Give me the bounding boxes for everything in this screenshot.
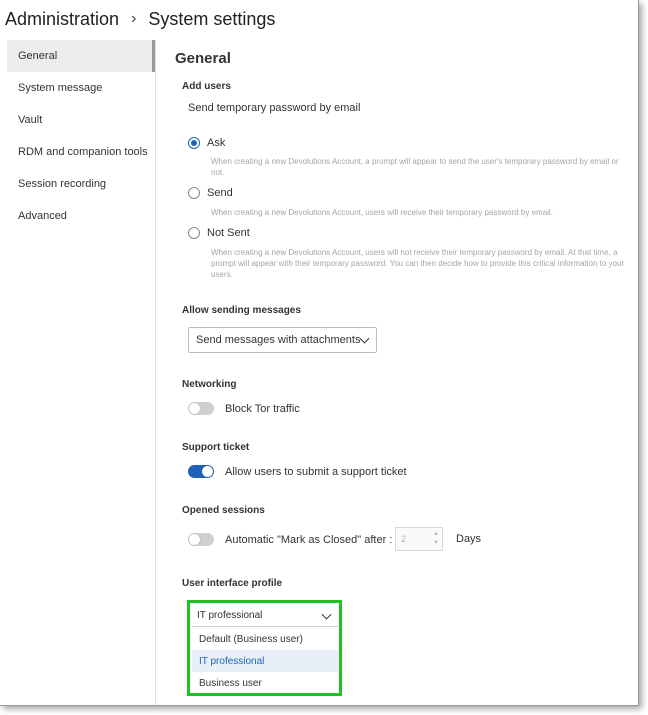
radio-button[interactable] (188, 137, 200, 149)
tor-toggle-row[interactable]: Block Tor traffic (188, 402, 300, 415)
sidebar: General System message Vault RDM and com… (7, 40, 156, 705)
radio-send-description: When creating a new Devolutions Account,… (211, 208, 553, 217)
radio-ask[interactable]: Ask (188, 137, 225, 149)
sidebar-item-label: Vault (18, 114, 43, 126)
section-heading-sessions: Opened sessions (182, 505, 265, 516)
add-users-subheading: Send temporary password by email (188, 102, 361, 114)
sidebar-item-general[interactable]: General (7, 40, 155, 72)
support-toggle-row[interactable]: Allow users to submit a support ticket (188, 465, 407, 478)
toggle-knob (189, 534, 200, 545)
sidebar-item-label: System message (18, 82, 103, 94)
block-tor-toggle[interactable] (188, 402, 214, 415)
radio-not-sent-description: When creating a new Devolutions Account,… (211, 248, 625, 279)
chevron-right-icon: › (131, 10, 137, 27)
sidebar-item-label: Session recording (18, 178, 107, 190)
section-heading-support: Support ticket (182, 442, 250, 453)
chevron-down-icon (359, 333, 370, 344)
days-value: 2 (401, 534, 407, 544)
ui-profile-option-business-user[interactable]: Business user (192, 672, 338, 694)
ui-profile-dropdown-highlight: IT professional Default (Business user) … (187, 600, 342, 696)
chevron-down-icon (321, 609, 332, 620)
sidebar-item-advanced[interactable]: Advanced (7, 200, 155, 232)
toggle-label: Automatic "Mark as Closed" after : (225, 533, 393, 546)
radio-ask-description: When creating a new Devolutions Account,… (211, 157, 619, 177)
days-stepper[interactable]: 2 ▲ ▼ (395, 527, 443, 551)
section-heading-networking: Networking (182, 379, 237, 390)
radio-button[interactable] (188, 187, 200, 199)
sidebar-item-system-message[interactable]: System message (7, 72, 155, 104)
sidebar-item-label: Advanced (18, 210, 67, 222)
breadcrumb-root[interactable]: Administration (5, 9, 119, 30)
stepper-arrows-icon[interactable]: ▲ ▼ (433, 530, 439, 548)
radio-label: Send (207, 187, 233, 199)
toggle-label: Allow users to submit a support ticket (225, 465, 407, 478)
radio-button[interactable] (188, 227, 200, 239)
toggle-label: Block Tor traffic (225, 402, 300, 415)
radio-label: Ask (207, 137, 226, 149)
toggle-knob (189, 403, 200, 414)
sidebar-item-rdm-companion-tools[interactable]: RDM and companion tools (7, 136, 155, 168)
ui-profile-select-value: IT professional (197, 610, 263, 621)
days-unit: Days (456, 533, 482, 545)
ui-profile-select[interactable]: IT professional (192, 605, 338, 627)
page-title: General (175, 50, 231, 67)
sessions-toggle-row[interactable]: Automatic "Mark as Closed" after : (188, 533, 392, 546)
radio-not-sent[interactable]: Not Sent (188, 227, 250, 239)
ui-profile-option-it-professional[interactable]: IT professional (192, 650, 338, 672)
breadcrumb: Administration › System settings (5, 6, 275, 32)
messages-select[interactable]: Send messages with attachments (188, 327, 377, 353)
breadcrumb-current: System settings (148, 8, 276, 29)
radio-send[interactable]: Send (188, 187, 233, 199)
section-heading-ui-profile: User interface profile (182, 578, 283, 589)
window: Administration › System settings General… (0, 0, 639, 706)
radio-label: Not Sent (207, 227, 250, 239)
section-heading-messages: Allow sending messages (182, 305, 301, 316)
sidebar-item-label: RDM and companion tools (18, 146, 148, 158)
ui-profile-option-default[interactable]: Default (Business user) (192, 628, 338, 650)
support-ticket-toggle[interactable] (188, 465, 214, 478)
messages-select-value: Send messages with attachments (196, 334, 361, 346)
section-heading-add-users: Add users (182, 81, 231, 92)
mark-closed-toggle[interactable] (188, 533, 214, 546)
toggle-knob (202, 466, 213, 477)
sidebar-item-session-recording[interactable]: Session recording (7, 168, 155, 200)
sidebar-item-label: General (18, 50, 58, 62)
sidebar-item-vault[interactable]: Vault (7, 104, 155, 136)
